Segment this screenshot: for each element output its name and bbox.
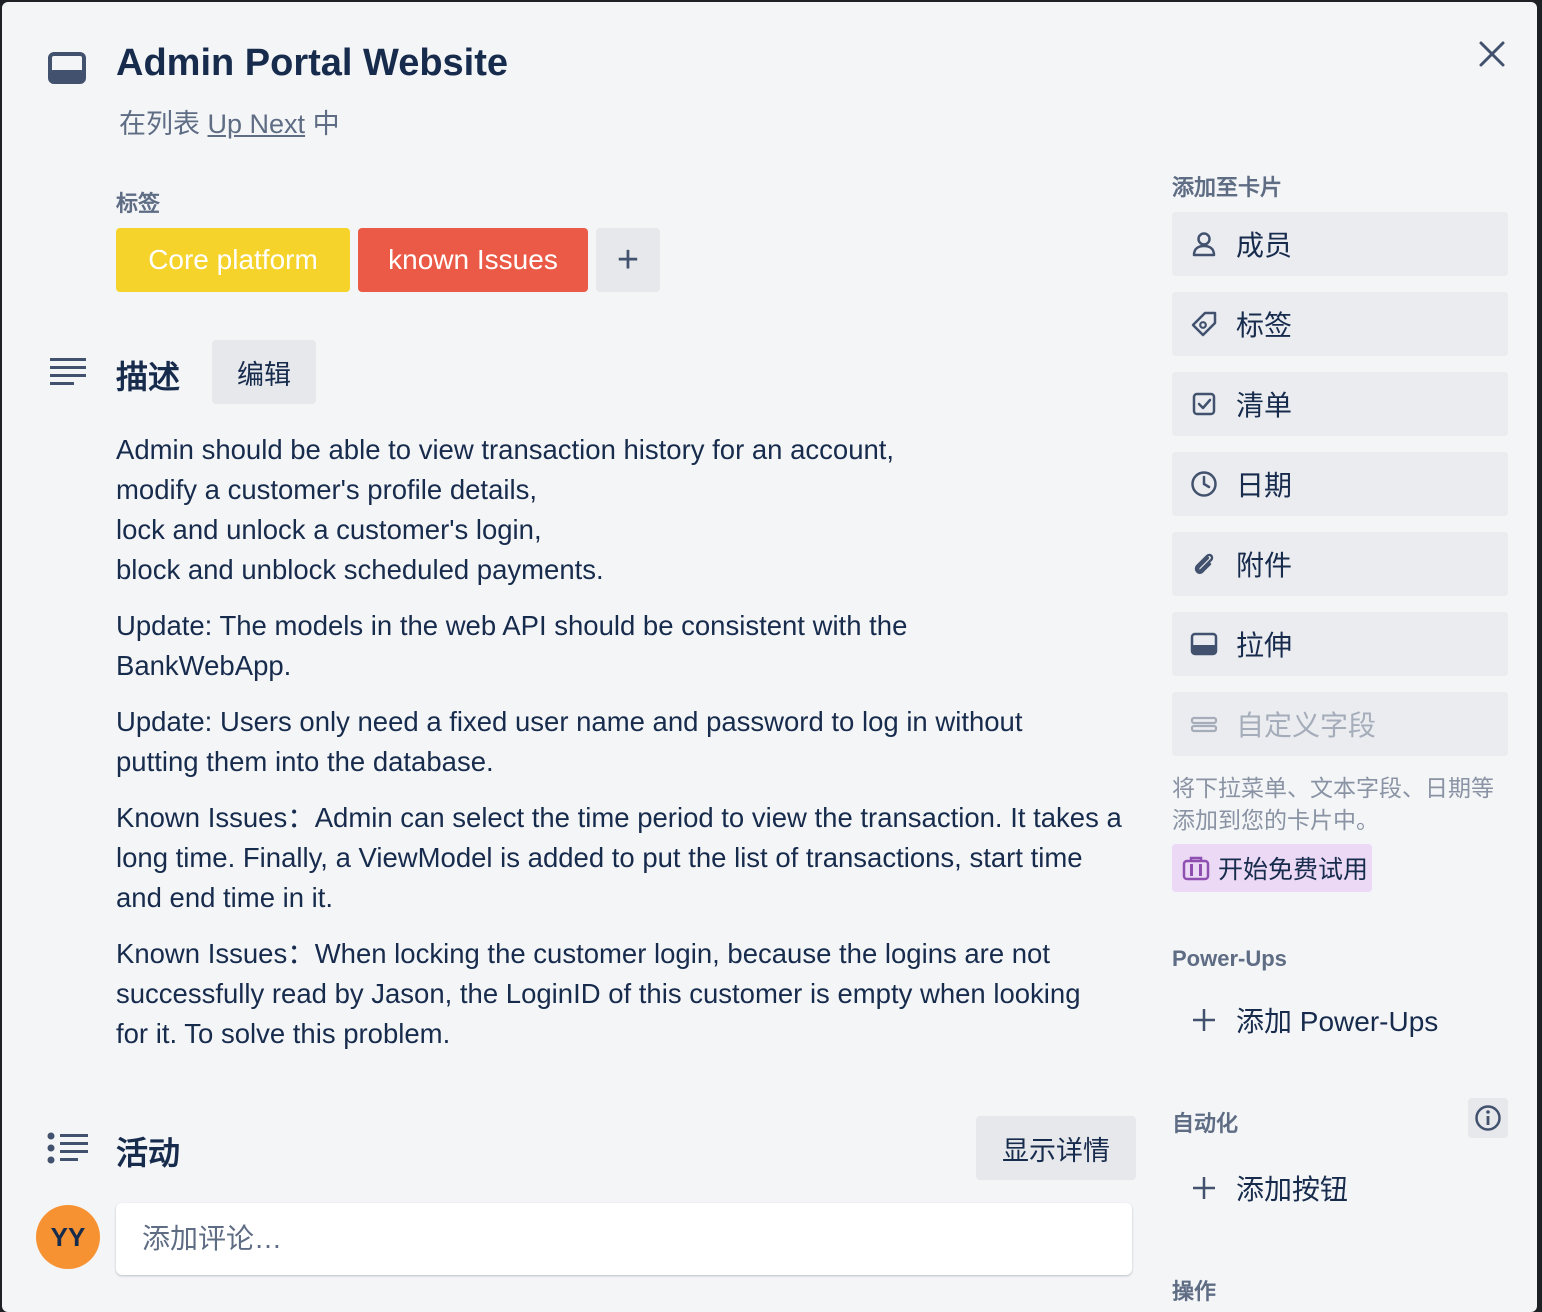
tag-icon xyxy=(1190,310,1218,338)
start-trial-button[interactable]: 开始免费试用 xyxy=(1172,844,1372,892)
add-to-card-heading: 添加至卡片 xyxy=(1172,175,1283,200)
card-icon xyxy=(48,52,88,86)
cover-icon xyxy=(1190,630,1218,658)
label-core-platform[interactable]: Core platform xyxy=(116,228,350,292)
comment-box[interactable] xyxy=(116,1203,1132,1275)
actions-heading: 操作 xyxy=(1172,1279,1217,1304)
edit-description-button[interactable]: 编辑 xyxy=(212,340,316,404)
automation-heading: 自动化 xyxy=(1172,1111,1239,1136)
description-paragraph: Known Issues：When locking the customer l… xyxy=(116,938,1081,1049)
show-details-button[interactable]: 显示详情 xyxy=(976,1116,1136,1180)
card-detail-modal: Admin Portal Website 在列表 Up Next 中 标签 Co… xyxy=(2,2,1537,1312)
description-icon xyxy=(48,356,88,391)
automation-info-button[interactable] xyxy=(1468,1098,1508,1138)
description-paragraph: Update: The models in the web API should… xyxy=(116,610,908,681)
add-button-button[interactable]: 添加按钮 xyxy=(1172,1158,1508,1218)
add-label-button[interactable]: + xyxy=(596,228,660,292)
description-paragraph: Admin should be able to view transaction… xyxy=(116,434,895,585)
plus-icon xyxy=(1190,1175,1218,1201)
add-powerups-button[interactable]: 添加 Power-Ups xyxy=(1172,990,1508,1050)
checklist-icon xyxy=(1190,390,1218,418)
checklist-button[interactable]: 清单 xyxy=(1172,372,1508,436)
custom-field-icon xyxy=(1190,710,1218,738)
dates-button[interactable]: 日期 xyxy=(1172,452,1508,516)
list-prefix: 在列表 xyxy=(119,109,208,139)
start-trial-label: 开始免费试用 xyxy=(1218,856,1369,884)
clock-icon xyxy=(1190,470,1218,498)
list-suffix: 中 xyxy=(305,109,340,139)
powerups-heading: Power-Ups xyxy=(1172,946,1287,971)
close-button[interactable] xyxy=(1468,32,1516,76)
cover-button[interactable]: 拉伸 xyxy=(1172,612,1508,676)
briefcase-icon xyxy=(1182,855,1210,881)
info-icon xyxy=(1475,1105,1501,1131)
close-icon xyxy=(1479,41,1505,67)
custom-fields-button[interactable]: 自定义字段 xyxy=(1172,692,1508,756)
avatar[interactable]: YY xyxy=(36,1205,100,1269)
description-heading: 描述 xyxy=(116,359,181,395)
labels-button[interactable]: 标签 xyxy=(1172,292,1508,356)
description-paragraph: Update: Users only need a fixed user nam… xyxy=(116,706,1023,777)
comment-input[interactable] xyxy=(140,1222,1132,1256)
card-title[interactable]: Admin Portal Website xyxy=(116,42,508,85)
label-known-issues[interactable]: known Issues xyxy=(358,228,588,292)
paperclip-icon xyxy=(1190,550,1218,578)
custom-fields-hint: 将下拉菜单、文本字段、日期等添加到您的卡片中。 xyxy=(1172,775,1494,833)
members-button[interactable]: 成员 xyxy=(1172,212,1508,276)
list-link[interactable]: Up Next xyxy=(208,109,306,139)
plus-icon: + xyxy=(616,238,640,281)
plus-icon xyxy=(1190,1007,1218,1033)
list-info: 在列表 Up Next 中 xyxy=(119,102,340,141)
description-text[interactable]: Admin should be able to view transaction… xyxy=(116,430,1126,1070)
activity-heading: 活动 xyxy=(116,1135,181,1171)
attachment-button[interactable]: 附件 xyxy=(1172,532,1508,596)
person-icon xyxy=(1190,230,1218,258)
activity-icon xyxy=(46,1132,90,1169)
description-paragraph: Known Issues：Admin can select the time p… xyxy=(116,802,1122,913)
labels-heading: 标签 xyxy=(116,191,161,216)
